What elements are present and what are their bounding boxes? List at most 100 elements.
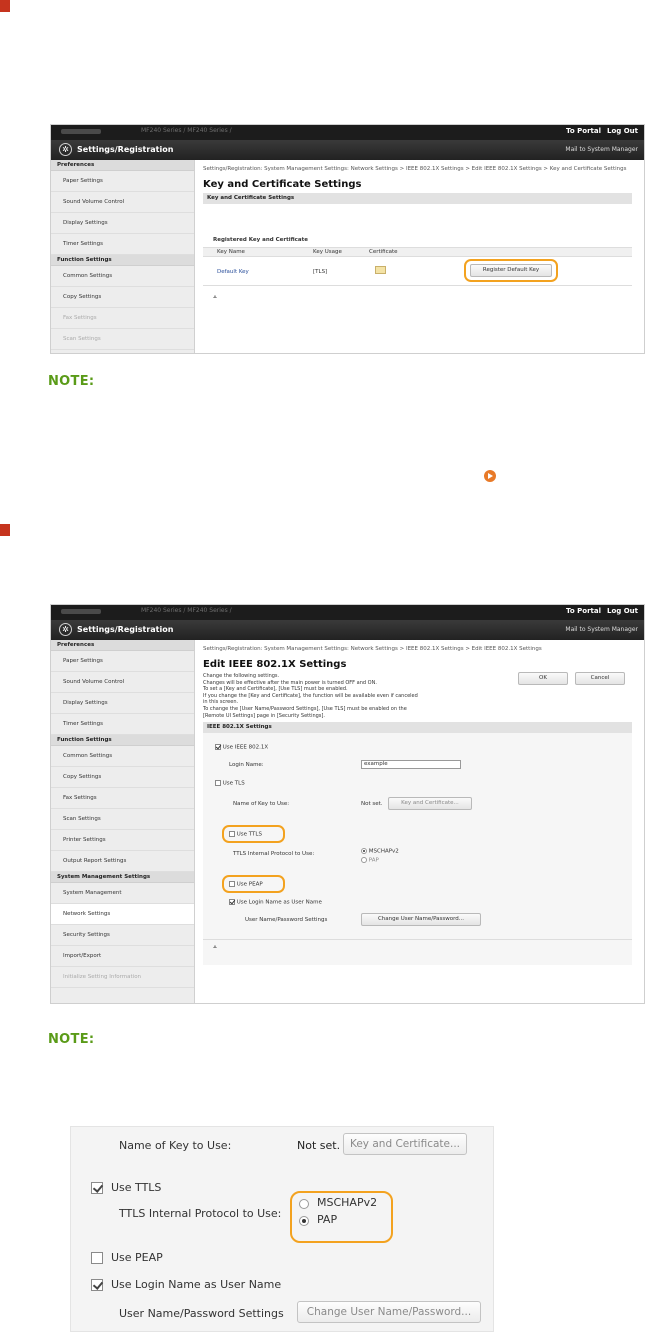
mail-to-manager-link[interactable]: Mail to System Manager [565, 626, 638, 633]
sidebar-item-printer-settings[interactable]: Printer Settings [51, 830, 194, 851]
mschap-label: MSCHAPv2 [368, 848, 399, 855]
section-header: IEEE 802.1X Settings [203, 722, 632, 733]
key-name-link[interactable]: Default Key [217, 269, 249, 275]
info-text: Change the following settings. Changes w… [203, 673, 508, 719]
use-tls-label: Use TLS [222, 780, 245, 787]
ttls-protocol-label: TTLS Internal Protocol to Use: [233, 851, 315, 857]
model-name: MF240 Series / MF240 Series / [141, 127, 232, 134]
app-title: Settings/Registration [77, 145, 174, 154]
section-header: Key and Certificate Settings [203, 193, 632, 204]
panel-bottom-line [203, 939, 632, 940]
note-title-2: NOTE: [48, 1032, 95, 1047]
zoom-use-login-checkbox[interactable] [91, 1279, 103, 1291]
zoom-use-login-label: Use Login Name as User Name [111, 1278, 282, 1291]
cancel-button[interactable]: Cancel [575, 672, 625, 685]
zoom-use-ttls-checkbox[interactable] [91, 1182, 103, 1194]
key-usage-value: [TLS] [313, 269, 328, 275]
login-name-input[interactable]: example [361, 760, 461, 769]
change-user-password-button[interactable]: Change User Name/Password... [361, 913, 481, 926]
app-bar: ✲ Settings/Registration Mail to System M… [51, 620, 644, 640]
highlight-register-button [464, 259, 558, 282]
log-out-link[interactable]: Log Out [607, 607, 638, 615]
link-arrow-icon[interactable] [484, 470, 496, 482]
zoom-change-user-password-button[interactable]: Change User Name/Password... [297, 1301, 481, 1323]
page-title: Key and Certificate Settings [203, 179, 362, 190]
sidebar-item-fax-settings[interactable]: Fax Settings [51, 308, 194, 329]
zoom-use-peap-label: Use PEAP [111, 1251, 163, 1264]
zoom-highlight-protocol [290, 1191, 393, 1243]
table-header-row [203, 247, 632, 257]
column-certificate: Certificate [369, 249, 398, 255]
step-marker-1 [0, 0, 10, 12]
zoom-not-set-text: Not set. [297, 1139, 341, 1152]
pap-radio[interactable] [361, 857, 367, 863]
certificate-icon[interactable] [375, 266, 386, 274]
step-marker-2 [0, 524, 10, 536]
settings-logo-icon: ✲ [59, 143, 72, 156]
sidebar-item-sound-volume[interactable]: Sound Volume Control [51, 672, 194, 693]
zoom-user-password-label: User Name/Password Settings [119, 1307, 284, 1320]
user-password-label: User Name/Password Settings [245, 917, 328, 923]
mschap-row: MSCHAPv2 [361, 848, 399, 855]
sidebar-item-timer-settings[interactable]: Timer Settings [51, 234, 194, 255]
breadcrumb: Settings/Registration: System Management… [203, 646, 542, 652]
sidebar-item-scan-settings[interactable]: Scan Settings [51, 329, 194, 350]
sidebar-item-output-report[interactable]: Output Report Settings [51, 851, 194, 872]
sidebar-item-paper-settings[interactable]: Paper Settings [51, 651, 194, 672]
back-to-top-icon[interactable]: ⩡ [213, 293, 217, 302]
device-name [61, 609, 101, 614]
back-to-top-icon[interactable]: ⩡ [213, 943, 217, 952]
use-login-checkbox[interactable] [229, 899, 235, 905]
sidebar-item-common-settings[interactable]: Common Settings [51, 746, 194, 767]
column-key-name: Key Name [217, 249, 245, 255]
sidebar-header-function: Function Settings [51, 255, 194, 266]
model-name: MF240 Series / MF240 Series / [141, 607, 232, 614]
sidebar-item-copy-settings[interactable]: Copy Settings [51, 767, 194, 788]
sidebar-header-preferences: Preferences [51, 640, 194, 651]
zoom-use-peap-checkbox[interactable] [91, 1252, 103, 1264]
sidebar-item-display-settings[interactable]: Display Settings [51, 213, 194, 234]
highlight-use-ttls [222, 825, 285, 843]
to-portal-link[interactable]: To Portal [566, 127, 601, 135]
sidebar-item-system-management[interactable]: System Management [51, 883, 194, 904]
sidebar-item-scan-settings[interactable]: Scan Settings [51, 809, 194, 830]
use-tls-checkbox[interactable] [215, 780, 221, 786]
mail-to-manager-link[interactable]: Mail to System Manager [565, 146, 638, 153]
sidebar-item-sound-volume[interactable]: Sound Volume Control [51, 192, 194, 213]
sidebar-item-import-export[interactable]: Import/Export [51, 946, 194, 967]
zoom-crop: Name of Key to Use: Not set. Key and Cer… [70, 1126, 494, 1332]
screenshot-edit-ieee: MF240 Series / MF240 Series / To Portal L… [50, 604, 645, 1004]
sidebar-header-preferences: Preferences [51, 160, 194, 171]
ok-button[interactable]: OK [518, 672, 568, 685]
sidebar-header-system: System Management Settings [51, 872, 194, 883]
sidebar-item-display-settings[interactable]: Display Settings [51, 693, 194, 714]
mschap-radio[interactable] [361, 848, 367, 854]
sidebar-item-security-settings[interactable]: Security Settings [51, 925, 194, 946]
sidebar-item-copy-settings[interactable]: Copy Settings [51, 287, 194, 308]
sidebar-item-initialize[interactable]: Initialize Setting Information [51, 967, 194, 988]
main-content: Settings/Registration: System Management… [203, 645, 638, 1003]
breadcrumb: Settings/Registration: System Management… [203, 166, 627, 172]
sidebar-item-paper-settings[interactable]: Paper Settings [51, 171, 194, 192]
sidebar-header-function: Function Settings [51, 735, 194, 746]
use-ieee-label: Use IEEE 802.1X [222, 744, 269, 751]
device-name [61, 129, 101, 134]
to-portal-link[interactable]: To Portal [566, 607, 601, 615]
sidebar-item-fax-settings[interactable]: Fax Settings [51, 788, 194, 809]
sidebar: Preferences Paper Settings Sound Volume … [51, 640, 195, 1003]
key-name-label: Name of Key to Use: [233, 801, 290, 807]
key-certificate-button[interactable]: Key and Certificate... [388, 797, 472, 810]
sidebar-item-network-settings[interactable]: Network Settings [51, 904, 194, 925]
info-line: If you change the [Key and Certificate],… [203, 692, 418, 699]
use-ieee-checkbox[interactable] [215, 744, 221, 750]
app-title: Settings/Registration [77, 625, 174, 634]
zoom-key-certificate-button[interactable]: Key and Certificate... [343, 1133, 467, 1155]
sidebar-item-timer-settings[interactable]: Timer Settings [51, 714, 194, 735]
note-title-1: NOTE: [48, 374, 95, 389]
pap-label: PAP [368, 857, 379, 864]
log-out-link[interactable]: Log Out [607, 127, 638, 135]
zoom-ttls-protocol-label: TTLS Internal Protocol to Use: [119, 1207, 282, 1220]
use-login-row: Use Login Name as User Name [229, 899, 322, 906]
use-ieee-row: Use IEEE 802.1X [215, 744, 268, 751]
sidebar-item-common-settings[interactable]: Common Settings [51, 266, 194, 287]
